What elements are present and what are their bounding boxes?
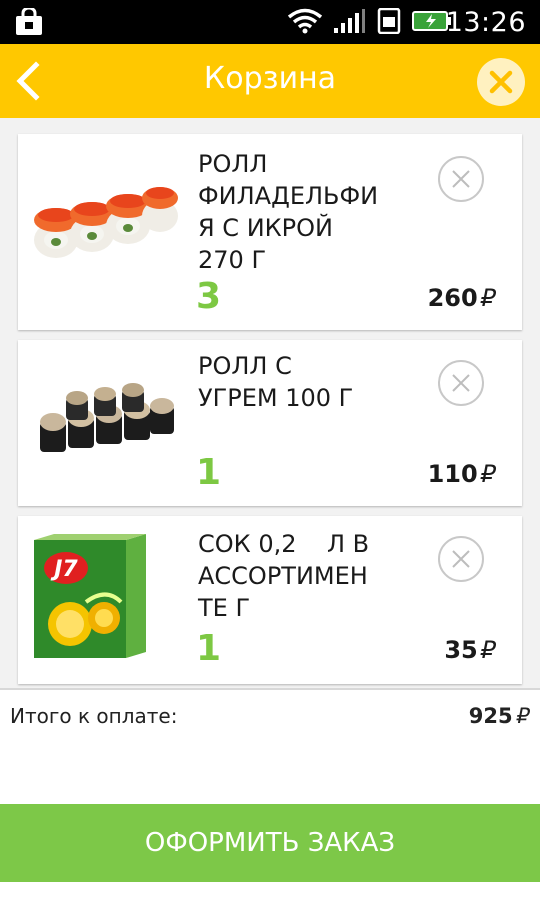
product-image-juice: J7 — [26, 532, 152, 666]
total-label: Итого к оплате: — [10, 704, 178, 728]
svg-text:J7: J7 — [50, 557, 78, 582]
sim-icon — [376, 7, 402, 38]
clear-cart-button[interactable] — [477, 58, 525, 106]
product-quantity[interactable]: 1 — [196, 452, 221, 493]
signal-icon — [332, 8, 366, 38]
shopping-bag-icon — [14, 6, 44, 36]
product-price: 260 ₽ — [427, 284, 496, 312]
remove-item-button[interactable] — [438, 536, 484, 582]
app-header: Корзина — [0, 44, 540, 118]
product-quantity[interactable]: 1 — [196, 628, 221, 669]
product-price: 35 ₽ — [444, 636, 496, 664]
close-icon — [452, 374, 470, 392]
product-price: 110 ₽ — [427, 460, 496, 488]
total-amount: 925 ₽ — [468, 704, 530, 728]
remove-item-button[interactable] — [438, 156, 484, 202]
order-total: Итого к оплате: 925 ₽ — [0, 688, 540, 804]
close-icon — [489, 70, 513, 94]
product-name: РОЛЛ ФИЛАДЕЛЬФИ Я С ИКРОЙ 270 Г — [198, 150, 379, 274]
cart-list[interactable]: РОЛЛ ФИЛАДЕЛЬФИ Я С ИКРОЙ 270 Г 3 260₽ — [0, 118, 540, 688]
checkout-button[interactable]: ОФОРМИТЬ ЗАКАЗ — [0, 804, 540, 882]
remove-item-button[interactable] — [438, 360, 484, 406]
wifi-icon — [287, 8, 323, 38]
product-name: СОК 0,2 Л В АССОРТИМЕН ТЕ Г — [198, 530, 370, 622]
product-image-philadelphia-roll — [26, 170, 182, 274]
status-bar: 13:26 — [0, 0, 540, 44]
close-icon — [452, 170, 470, 188]
product-quantity[interactable]: 3 — [196, 276, 221, 317]
page-title: Корзина — [203, 61, 337, 96]
status-time: 13:26 — [445, 7, 526, 38]
cart-item: РОЛЛ С УГРЕМ 100 Г 1 110 ₽ — [18, 340, 522, 506]
cart-item: J7 СОК 0,2 Л В АССОРТИМЕН ТЕ Г 1 35 ₽ — [18, 516, 522, 684]
cart-item: РОЛЛ ФИЛАДЕЛЬФИ Я С ИКРОЙ 270 Г 3 260 ₽ — [18, 134, 522, 330]
product-name: РОЛЛ С УГРЕМ 100 Г — [198, 352, 354, 412]
close-icon — [452, 550, 470, 568]
product-image-eel-roll — [26, 382, 182, 472]
